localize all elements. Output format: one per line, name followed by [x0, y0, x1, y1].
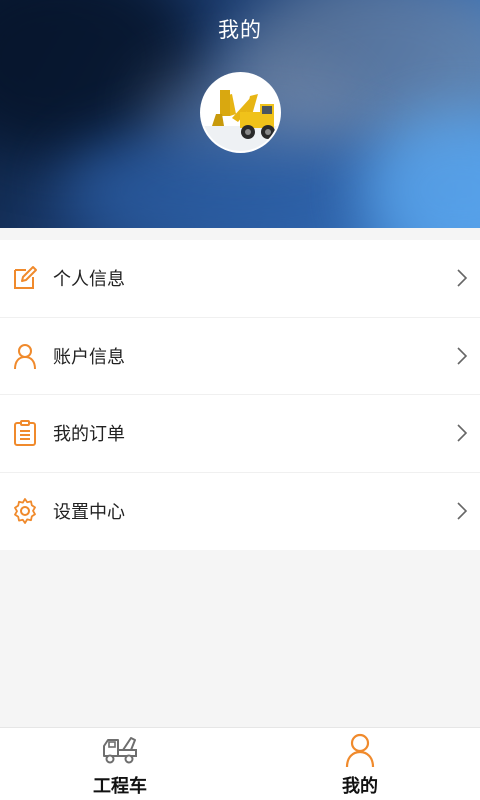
menu-item-label: 设置中心 — [53, 502, 125, 524]
clipboard-icon — [14, 420, 36, 447]
avatar[interactable] — [200, 72, 281, 153]
tab-me[interactable]: 我的 — [240, 728, 480, 800]
menu-item-label: 个人信息 — [53, 269, 125, 291]
edit-icon — [14, 266, 37, 290]
menu-item-personal-info[interactable]: 个人信息 — [0, 240, 480, 318]
tab-label: 工程车 — [93, 776, 147, 797]
menu-item-my-orders[interactable]: 我的订单 — [0, 395, 480, 473]
chevron-right-icon — [457, 347, 468, 365]
settings-menu: 个人信息 账户信息 我的订单 设置中心 — [0, 240, 480, 550]
menu-item-label: 我的订单 — [53, 424, 125, 446]
page-title: 我的 — [218, 18, 262, 42]
gear-icon — [14, 498, 36, 525]
user-icon — [14, 343, 36, 369]
tab-construction-vehicles[interactable]: 工程车 — [0, 728, 240, 800]
chevron-right-icon — [457, 269, 468, 287]
user-icon — [345, 733, 375, 768]
menu-item-label: 账户信息 — [53, 346, 125, 368]
menu-item-settings-center[interactable]: 设置中心 — [0, 473, 480, 551]
menu-item-account-info[interactable]: 账户信息 — [0, 318, 480, 395]
bottom-tab-bar: 工程车 我的 — [0, 727, 480, 800]
chevron-right-icon — [457, 424, 468, 442]
profile-header: 我的 — [0, 0, 480, 228]
chevron-right-icon — [457, 502, 468, 520]
truck-icon — [103, 737, 137, 764]
tab-label: 我的 — [342, 776, 378, 797]
